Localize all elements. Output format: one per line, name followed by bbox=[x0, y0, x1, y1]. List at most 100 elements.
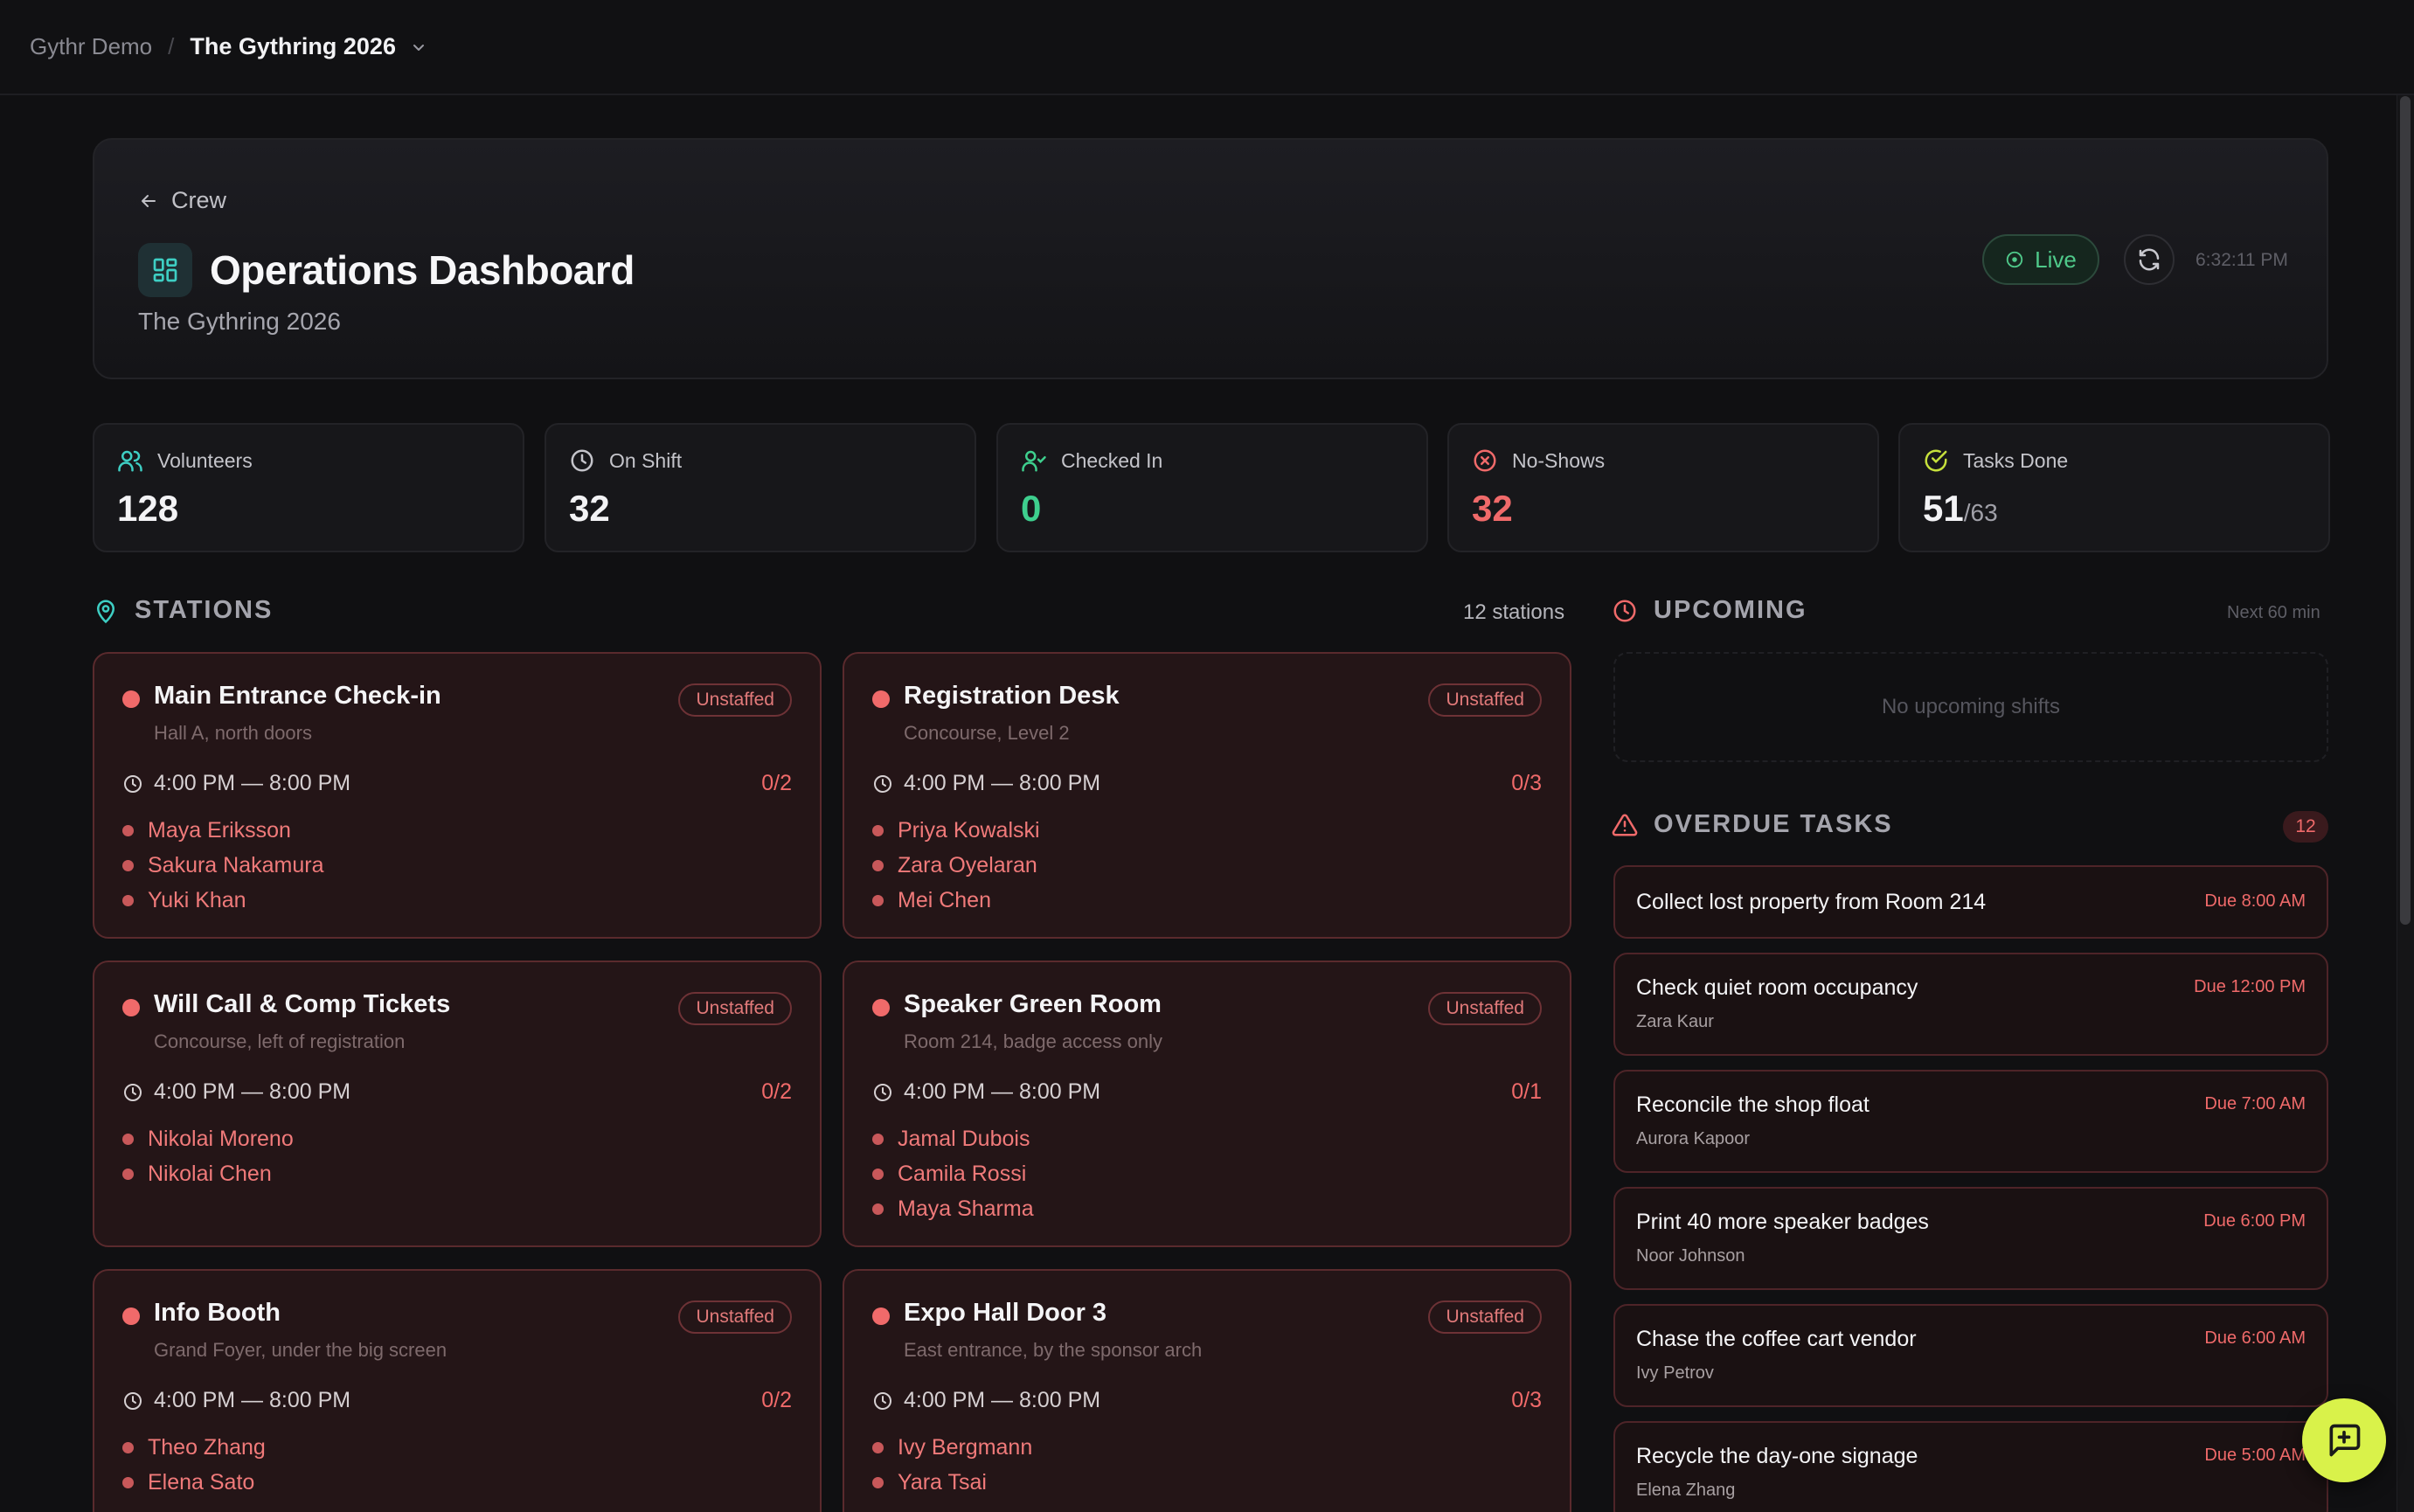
overdue-task[interactable]: Check quiet room occupancy Due 12:00 PM Za… bbox=[1613, 953, 2328, 1056]
assigned-volunteer[interactable]: Mei Chen bbox=[872, 883, 1040, 918]
live-toggle-button[interactable]: Live bbox=[1982, 234, 2099, 285]
task-due: Due 7:00 AM bbox=[2204, 1094, 2306, 1113]
status-dot bbox=[122, 1476, 134, 1488]
volunteer-name: Nikolai Chen bbox=[148, 1161, 272, 1186]
assigned-volunteer[interactable]: Elena Sato bbox=[122, 1465, 266, 1500]
check-circle-icon bbox=[1925, 449, 1947, 472]
status-badge: Unstaffed bbox=[678, 683, 792, 717]
stat-no-shows-label: No-Shows bbox=[1512, 448, 1606, 472]
volunteer-name: Zara Oyelaran bbox=[898, 852, 1037, 877]
staffing-count: 0/2 bbox=[761, 1388, 792, 1412]
tasks-total: /63 bbox=[1963, 499, 1998, 526]
task-title: Print 40 more speaker badges bbox=[1636, 1210, 1929, 1234]
assigned-volunteer[interactable]: Theo Zhang bbox=[122, 1430, 266, 1465]
last-updated-time: 6:32:11 PM bbox=[2195, 250, 2288, 270]
x-circle-icon bbox=[1474, 449, 1496, 472]
assigned-volunteer[interactable]: Maya Eriksson bbox=[122, 813, 323, 848]
upcoming-empty-label: No upcoming shifts bbox=[1881, 695, 2061, 718]
status-dot bbox=[872, 690, 890, 708]
overdue-task[interactable]: Recycle the day-one signage Due 5:00 AM El… bbox=[1613, 1421, 2328, 1512]
status-dot bbox=[872, 1441, 884, 1453]
status-badge: Unstaffed bbox=[1428, 1300, 1542, 1334]
stat-checked-in-value: 0 bbox=[1021, 488, 1042, 529]
shift-time: 4:00 PM — 8:00 PM bbox=[872, 1079, 1100, 1105]
volunteer-name: Theo Zhang bbox=[148, 1434, 266, 1460]
stat-tasks-done[interactable]: Tasks Done 51/63 bbox=[1898, 423, 2330, 552]
user-check-icon bbox=[1022, 450, 1046, 472]
chevron-down-icon[interactable] bbox=[410, 38, 427, 56]
clock-icon bbox=[571, 449, 593, 472]
feedback-button[interactable] bbox=[2302, 1398, 2386, 1482]
assigned-volunteer[interactable]: Priya Kowalski bbox=[872, 813, 1040, 848]
shift-time: 4:00 PM — 8:00 PM bbox=[872, 1388, 1100, 1413]
station-card[interactable]: Expo Hall Door 3 East entrance, by the sp… bbox=[843, 1269, 1571, 1512]
station-card[interactable]: Main Entrance Check-in Hall A, north door… bbox=[93, 652, 822, 939]
task-title: Collect lost property from Room 214 bbox=[1636, 890, 1987, 914]
station-card[interactable]: Registration Desk Concourse, Level 2 Unsta… bbox=[843, 652, 1571, 939]
volunteer-name: Yuki Khan bbox=[148, 887, 246, 912]
task-due: Due 8:00 AM bbox=[2204, 891, 2306, 911]
assigned-volunteer[interactable]: Sakura Nakamura bbox=[122, 848, 323, 883]
station-card[interactable]: Info Booth Grand Foyer, under the big scr… bbox=[93, 1269, 822, 1512]
stations-count: 12 stations bbox=[1463, 600, 1565, 624]
breadcrumb-org[interactable]: Gythr Demo bbox=[30, 33, 152, 60]
overdue-heading-label: OVERDUE TASKS bbox=[1654, 810, 1893, 838]
overdue-task[interactable]: Print 40 more speaker badges Due 6:00 PM N… bbox=[1613, 1187, 2328, 1290]
stat-volunteers[interactable]: Volunteers 128 bbox=[93, 423, 524, 552]
back-link-label: Crew bbox=[171, 187, 227, 213]
assigned-volunteer[interactable]: Zara Oyelaran bbox=[872, 848, 1040, 883]
assigned-volunteer[interactable]: Nikolai Moreno bbox=[122, 1121, 294, 1156]
assigned-volunteer[interactable]: Camila Rossi bbox=[872, 1156, 1034, 1191]
stat-checked-in-header: Checked In bbox=[1021, 447, 1162, 474]
station-card[interactable]: Will Call & Comp Tickets Concourse, left … bbox=[93, 961, 822, 1247]
stat-on-shift-label: On Shift bbox=[609, 448, 683, 472]
shift-time-label: 4:00 PM — 8:00 PM bbox=[904, 1079, 1101, 1104]
station-card[interactable]: Speaker Green Room Room 214, badge access… bbox=[843, 961, 1571, 1247]
clock-icon bbox=[124, 774, 142, 793]
status-dot bbox=[122, 894, 134, 906]
users-icon bbox=[118, 450, 142, 472]
stations-heading: STATIONS bbox=[93, 596, 273, 625]
shift-time: 4:00 PM — 8:00 PM bbox=[122, 1388, 350, 1413]
overdue-heading: OVERDUE TASKS bbox=[1612, 810, 1893, 839]
assigned-volunteer[interactable]: Yuki Khan bbox=[122, 883, 323, 918]
volunteer-name: Nikolai Moreno bbox=[148, 1126, 294, 1151]
shift-time-label: 4:00 PM — 8:00 PM bbox=[904, 1388, 1101, 1412]
volunteer-list: Maya Eriksson Sakura Nakamura Yuki Khan bbox=[122, 813, 323, 918]
top-bar: Gythr Demo / The Gythring 2026 bbox=[0, 0, 2414, 95]
overdue-task[interactable]: Collect lost property from Room 214 Due 8… bbox=[1613, 865, 2328, 939]
task-owner: Aurora Kapoor bbox=[1636, 1129, 1751, 1148]
volunteer-name: Sakura Nakamura bbox=[148, 852, 324, 877]
assigned-volunteer[interactable]: Nikolai Chen bbox=[122, 1156, 294, 1191]
map-pin-icon bbox=[96, 600, 115, 623]
scrollbar-thumb[interactable] bbox=[2400, 96, 2411, 925]
stat-on-shift[interactable]: On Shift 32 bbox=[545, 423, 976, 552]
status-dot bbox=[872, 1203, 884, 1215]
assigned-volunteer[interactable]: Ivy Bergmann bbox=[872, 1430, 1032, 1465]
stat-tasks-done-header: Tasks Done bbox=[1923, 447, 2068, 474]
stat-checked-in[interactable]: Checked In 0 bbox=[996, 423, 1428, 552]
task-owner: Elena Zhang bbox=[1636, 1481, 1736, 1500]
shift-time-label: 4:00 PM — 8:00 PM bbox=[154, 1079, 351, 1104]
task-due: Due 6:00 AM bbox=[2204, 1328, 2306, 1348]
status-dot bbox=[122, 859, 134, 871]
assigned-volunteer[interactable]: Maya Sharma bbox=[872, 1191, 1034, 1226]
assigned-volunteer[interactable]: Yara Tsai bbox=[872, 1465, 1032, 1500]
status-dot bbox=[122, 824, 134, 836]
staffing-count: 0/1 bbox=[1511, 1079, 1542, 1104]
refresh-button[interactable] bbox=[2124, 234, 2175, 285]
overdue-task[interactable]: Reconcile the shop float Due 7:00 AM Auror… bbox=[1613, 1070, 2328, 1173]
breadcrumb-event[interactable]: The Gythring 2026 bbox=[190, 33, 396, 60]
upcoming-empty-state: No upcoming shifts bbox=[1613, 652, 2328, 762]
overdue-task[interactable]: Chase the coffee cart vendor Due 6:00 AM I… bbox=[1613, 1304, 2328, 1407]
stat-no-shows[interactable]: No-Shows 32 bbox=[1447, 423, 1879, 552]
assigned-volunteer[interactable]: Jamal Dubois bbox=[872, 1121, 1034, 1156]
back-link[interactable]: Crew bbox=[138, 187, 226, 214]
volunteer-name: Ivy Bergmann bbox=[898, 1434, 1033, 1460]
status-dot bbox=[122, 999, 140, 1016]
arrow-left-icon bbox=[142, 194, 156, 207]
station-name: Expo Hall Door 3 bbox=[904, 1299, 1107, 1327]
shift-time-label: 4:00 PM — 8:00 PM bbox=[904, 771, 1101, 795]
status-badge: Unstaffed bbox=[1428, 683, 1542, 717]
volunteer-name: Camila Rossi bbox=[898, 1161, 1027, 1186]
